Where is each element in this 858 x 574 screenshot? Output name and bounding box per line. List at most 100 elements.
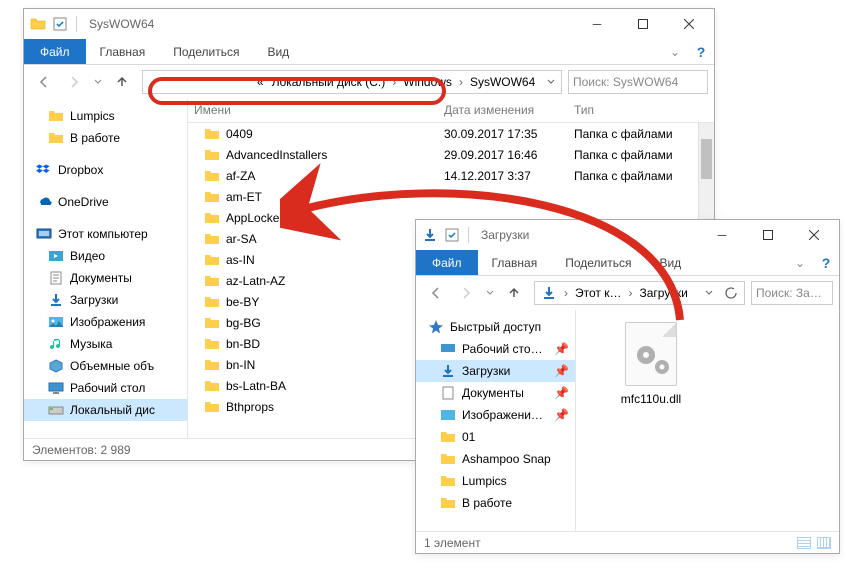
tree-item[interactable]: Lumpics xyxy=(416,470,575,492)
search-input[interactable]: Поиск: За… xyxy=(751,281,833,305)
minimize-button[interactable]: ─ xyxy=(574,9,620,39)
back-button[interactable] xyxy=(30,70,58,94)
tab-view[interactable]: Вид xyxy=(645,250,695,275)
tree-item[interactable]: 01 xyxy=(416,426,575,448)
view-details-button[interactable] xyxy=(797,537,811,549)
close-button[interactable] xyxy=(791,220,837,250)
tree-item[interactable]: Объемные объ xyxy=(24,355,187,377)
tab-share[interactable]: Поделиться xyxy=(551,250,645,275)
download-icon xyxy=(541,285,557,301)
tab-share[interactable]: Поделиться xyxy=(159,39,253,64)
up-button[interactable] xyxy=(108,70,136,94)
save-quick-icon xyxy=(444,227,460,243)
disk-icon xyxy=(48,402,64,418)
music-icon xyxy=(48,336,64,352)
window-title: SysWOW64 xyxy=(89,17,154,31)
pin-icon: 📌 xyxy=(554,408,569,422)
addr-overflow: « xyxy=(145,75,268,89)
scroll-thumb[interactable] xyxy=(701,139,712,179)
tree-item[interactable]: Рабочий стол xyxy=(24,377,187,399)
onedrive-icon xyxy=(36,194,52,210)
image-icon xyxy=(48,314,64,330)
maximize-button[interactable] xyxy=(620,9,666,39)
cube-icon xyxy=(48,358,64,374)
addr-dropdown[interactable] xyxy=(539,70,562,94)
view-icons-button[interactable] xyxy=(817,537,831,549)
pin-icon: 📌 xyxy=(554,386,569,400)
tree-item[interactable]: Lumpics xyxy=(24,105,187,127)
tree-item-this-pc[interactable]: Этот компьютер xyxy=(24,223,187,245)
col-date[interactable]: Дата изменения xyxy=(438,99,568,122)
download-icon xyxy=(48,292,64,308)
addr-dropdown[interactable] xyxy=(698,281,720,305)
help-button[interactable]: ? xyxy=(688,39,714,64)
addr-seg-windows[interactable]: Windows xyxy=(399,75,456,89)
back-button[interactable] xyxy=(422,281,450,305)
help-button[interactable]: ? xyxy=(813,250,839,275)
table-row[interactable]: af-ZA14.12.2017 3:37Папка с файлами xyxy=(188,165,714,186)
dropbox-icon xyxy=(36,162,52,178)
address-bar[interactable]: « Локальный диск (C:)› Windows› SysWOW64 xyxy=(142,70,562,94)
pin-icon: 📌 xyxy=(554,342,569,356)
tree-item[interactable]: В работе xyxy=(24,127,187,149)
file-list-area[interactable]: mfc110u.dll xyxy=(576,310,839,531)
col-type[interactable]: Тип xyxy=(568,99,714,122)
history-dropdown[interactable] xyxy=(482,281,498,305)
col-name[interactable]: Имени xyxy=(188,99,438,122)
tree-item[interactable]: Загрузки xyxy=(24,289,187,311)
nav-pane: Быстрый доступ Рабочий сто…📌 Загрузки📌 Д… xyxy=(416,310,576,531)
refresh-button[interactable] xyxy=(720,281,742,305)
download-icon xyxy=(422,227,438,243)
tab-home[interactable]: Главная xyxy=(86,39,160,64)
tree-item[interactable]: Музыка xyxy=(24,333,187,355)
nav-pane: Lumpics В работе Dropbox OneDrive Этот к… xyxy=(24,99,188,438)
doc-icon xyxy=(48,270,64,286)
ribbon-expand[interactable]: ⌄ xyxy=(662,39,688,64)
minimize-button[interactable]: ─ xyxy=(699,220,745,250)
tree-item[interactable]: Изображени…📌 xyxy=(416,404,575,426)
tree-item[interactable]: Изображения xyxy=(24,311,187,333)
desktop-icon xyxy=(48,380,64,396)
image-icon xyxy=(440,407,456,423)
doc-icon xyxy=(440,385,456,401)
addr-seg-disk[interactable]: Локальный диск (C:) xyxy=(268,75,390,89)
ribbon-expand[interactable]: ⌄ xyxy=(787,250,813,275)
up-button[interactable] xyxy=(500,281,528,305)
save-quick-icon xyxy=(52,16,68,32)
ribbon-tabs: Файл Главная Поделиться Вид ⌄ ? xyxy=(24,39,714,65)
pc-icon xyxy=(36,226,52,242)
window-title: Загрузки xyxy=(481,228,529,242)
tree-item-dropbox[interactable]: Dropbox xyxy=(24,159,187,181)
tree-item-downloads[interactable]: Загрузки📌 xyxy=(416,360,575,382)
forward-button[interactable] xyxy=(60,70,88,94)
table-row[interactable]: am-ET xyxy=(188,186,714,207)
tree-item[interactable]: В работе xyxy=(416,492,575,514)
tree-item-onedrive[interactable]: OneDrive xyxy=(24,191,187,213)
address-bar[interactable]: › Этот к…› Загрузки xyxy=(534,281,745,305)
tree-item[interactable]: Документы📌 xyxy=(416,382,575,404)
maximize-button[interactable] xyxy=(745,220,791,250)
tree-item[interactable]: Документы xyxy=(24,267,187,289)
search-input[interactable]: Поиск: SysWOW64 xyxy=(568,70,708,94)
video-icon xyxy=(48,248,64,264)
tree-item[interactable]: Видео xyxy=(24,245,187,267)
chevron-right-icon: › xyxy=(459,75,463,89)
tree-item[interactable]: Рабочий сто…📌 xyxy=(416,338,575,360)
tab-file[interactable]: Файл xyxy=(24,39,86,64)
tab-file[interactable]: Файл xyxy=(416,250,478,275)
file-item-dll[interactable]: mfc110u.dll xyxy=(606,322,696,406)
tree-item[interactable]: Ashampoo Snap xyxy=(416,448,575,470)
tree-item-local-disk[interactable]: Локальный дис xyxy=(24,399,187,421)
table-row[interactable]: AdvancedInstallers29.09.2017 16:46Папка … xyxy=(188,144,714,165)
forward-button[interactable] xyxy=(452,281,480,305)
table-row[interactable]: 040930.09.2017 17:35Папка с файлами xyxy=(188,123,714,144)
chevron-right-icon: › xyxy=(392,75,396,89)
tree-quick-access[interactable]: Быстрый доступ xyxy=(416,316,575,338)
desktop-icon xyxy=(440,341,456,357)
dll-icon xyxy=(625,322,677,386)
tab-view[interactable]: Вид xyxy=(253,39,303,64)
history-dropdown[interactable] xyxy=(90,70,106,94)
close-button[interactable] xyxy=(666,9,712,39)
addr-seg-syswow64[interactable]: SysWOW64 xyxy=(466,75,539,89)
tab-home[interactable]: Главная xyxy=(478,250,552,275)
